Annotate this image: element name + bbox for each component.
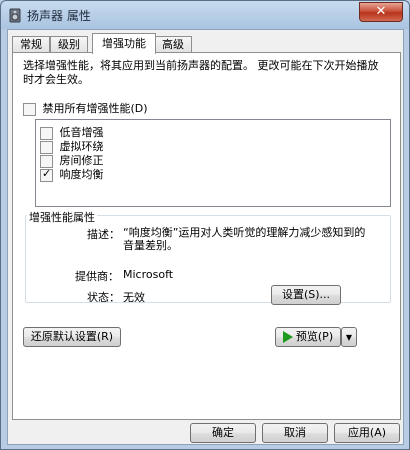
- list-item-label: 响度均衡: [59, 168, 104, 181]
- preview-split-button[interactable]: 预览(P) ▼: [275, 327, 357, 347]
- status-value: 无效: [123, 291, 145, 304]
- preview-dropdown-button[interactable]: ▼: [341, 327, 357, 347]
- dialog-client: 常规 级别 增强功能 高级 选择增强性能，将其应用到当前扬声器的配置。 更改可能…: [7, 29, 404, 445]
- tab-advanced[interactable]: 高级: [154, 36, 192, 53]
- settings-button[interactable]: 设置(S)...: [271, 285, 341, 305]
- enhancements-description: 选择增强性能，将其应用到当前扬声器的配置。 更改可能在下次开始播放时才会生效。: [23, 59, 379, 86]
- title-bar[interactable]: 扬声器 属性 ✕: [1, 1, 409, 29]
- tab-enhancements[interactable]: 增强功能: [92, 33, 156, 54]
- play-icon: [282, 331, 293, 343]
- tab-panel: 选择增强性能，将其应用到当前扬声器的配置。 更改可能在下次开始播放时才会生效。 …: [12, 52, 401, 420]
- close-icon: ✕: [375, 4, 387, 19]
- restore-defaults-button[interactable]: 还原默认设置(R): [23, 327, 121, 347]
- ok-button[interactable]: 确定: [190, 423, 256, 443]
- enhancements-list[interactable]: 低音增强 虚拟环绕 房间修正 响度均衡: [35, 119, 391, 207]
- properties-group-title: 增强性能属性: [27, 209, 97, 225]
- tab-general[interactable]: 常规: [12, 36, 50, 53]
- loudness-equalization-checkbox[interactable]: [40, 167, 53, 182]
- window-title: 扬声器 属性: [27, 9, 91, 23]
- provider-label: 提供商：: [75, 270, 119, 283]
- close-button[interactable]: ✕: [359, 2, 403, 22]
- speaker-icon: [9, 8, 21, 23]
- tab-levels[interactable]: 级别: [50, 36, 88, 53]
- preview-label: 预览(P): [295, 330, 334, 343]
- list-item[interactable]: 响度均衡: [40, 166, 104, 182]
- cancel-button[interactable]: 取消: [262, 423, 328, 443]
- chevron-down-icon: ▼: [345, 333, 353, 342]
- status-label: 状态：: [87, 291, 120, 304]
- properties-window: 扬声器 属性 ✕ 常规 级别 增强功能 高级 选择增强性能，将其应用到当前扬声器…: [0, 0, 410, 450]
- preview-button[interactable]: 预览(P): [275, 327, 341, 347]
- disable-all-checkbox-box[interactable]: [23, 102, 36, 116]
- description-text: “响度均衡”运用对人类听觉的理解力减少感知到的音量差别。: [123, 226, 366, 252]
- disable-all-label: 禁用所有增强性能(D): [42, 102, 148, 115]
- description-label: 描述：: [87, 228, 120, 241]
- provider-value: Microsoft: [123, 268, 174, 281]
- disable-all-checkbox[interactable]: 禁用所有增强性能(D): [23, 100, 148, 116]
- apply-button[interactable]: 应用(A): [334, 423, 400, 443]
